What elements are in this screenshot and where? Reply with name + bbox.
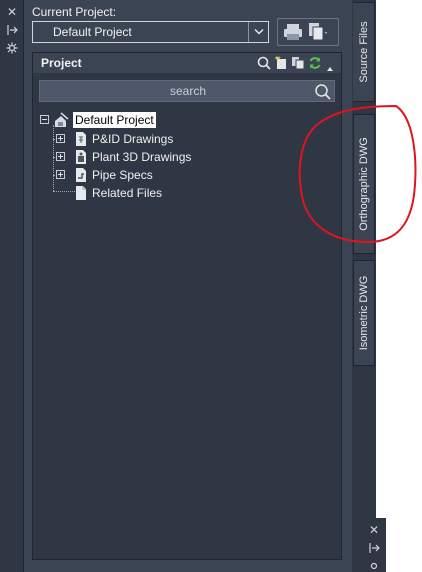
expand-icon[interactable] (56, 170, 65, 179)
project-panel-title: Project (41, 56, 82, 70)
current-project-label: Current Project: (32, 5, 117, 19)
tab-label: Source Files (358, 21, 370, 83)
tree-node-root[interactable]: Default Project (33, 111, 341, 129)
close-icon[interactable]: ✕ (6, 6, 18, 18)
tab-isometric-dwg[interactable]: Isometric DWG (353, 260, 375, 366)
secondary-palette-strip: ✕ (362, 518, 386, 572)
tree-node-label: Pipe Specs (92, 168, 153, 182)
expand-icon[interactable] (56, 134, 65, 143)
project-icon (53, 112, 69, 128)
related-files-icon (73, 185, 89, 201)
left-palette-strip: ✕ (0, 0, 24, 572)
copy-files-icon[interactable] (306, 22, 328, 42)
auto-hide-icon[interactable] (6, 24, 18, 36)
tree-node-pid-drawings[interactable]: P&ID Drawings (33, 130, 341, 148)
palette-tab-strip: Source Files Orthographic DWG Isometric … (352, 0, 376, 572)
tree-node-plant3d-drawings[interactable]: Plant 3D Drawings (33, 148, 341, 166)
refresh-icon[interactable] (308, 56, 322, 70)
project-manager-palette: Current Project: Default Project Project (24, 0, 352, 572)
panel-menu-icon[interactable] (326, 59, 340, 73)
search-input[interactable]: search (39, 80, 335, 102)
copy-drawing-icon[interactable] (291, 56, 305, 70)
tree-node-label: Plant 3D Drawings (92, 150, 192, 164)
properties-icon[interactable] (368, 560, 380, 572)
properties-icon[interactable] (6, 42, 18, 54)
plant3d-drawings-icon (73, 149, 89, 165)
magnifier-icon[interactable] (257, 56, 271, 70)
expand-icon[interactable] (56, 152, 65, 161)
collapse-icon[interactable] (40, 115, 49, 124)
tree-node-label: P&ID Drawings (92, 132, 174, 146)
tree-node-related-files[interactable]: Related Files (33, 184, 341, 202)
new-drawing-icon[interactable] (274, 56, 288, 70)
search-icon[interactable] (314, 83, 332, 106)
close-icon[interactable]: ✕ (368, 524, 380, 536)
tab-label: Isometric DWG (358, 275, 370, 351)
tree-node-label: Default Project (73, 112, 156, 128)
search-placeholder: search (169, 84, 207, 98)
chevron-down-icon[interactable] (248, 22, 268, 42)
auto-hide-icon[interactable] (368, 542, 380, 554)
tab-source-files[interactable]: Source Files (353, 2, 375, 102)
tab-label: Orthographic DWG (358, 137, 370, 231)
pipe-specs-icon (73, 167, 89, 183)
current-project-dropdown[interactable]: Default Project (32, 21, 269, 43)
project-panel: Project search Default Project P&ID Draw… (32, 52, 342, 560)
project-toolbar (277, 18, 339, 46)
print-icon[interactable] (282, 22, 304, 42)
pid-drawings-icon (73, 131, 89, 147)
tree-node-pipe-specs[interactable]: Pipe Specs (33, 166, 341, 184)
tree-node-label: Related Files (92, 186, 163, 200)
current-project-value: Default Project (53, 25, 132, 39)
project-panel-header: Project (33, 53, 341, 73)
tab-orthographic-dwg[interactable]: Orthographic DWG (353, 114, 375, 254)
